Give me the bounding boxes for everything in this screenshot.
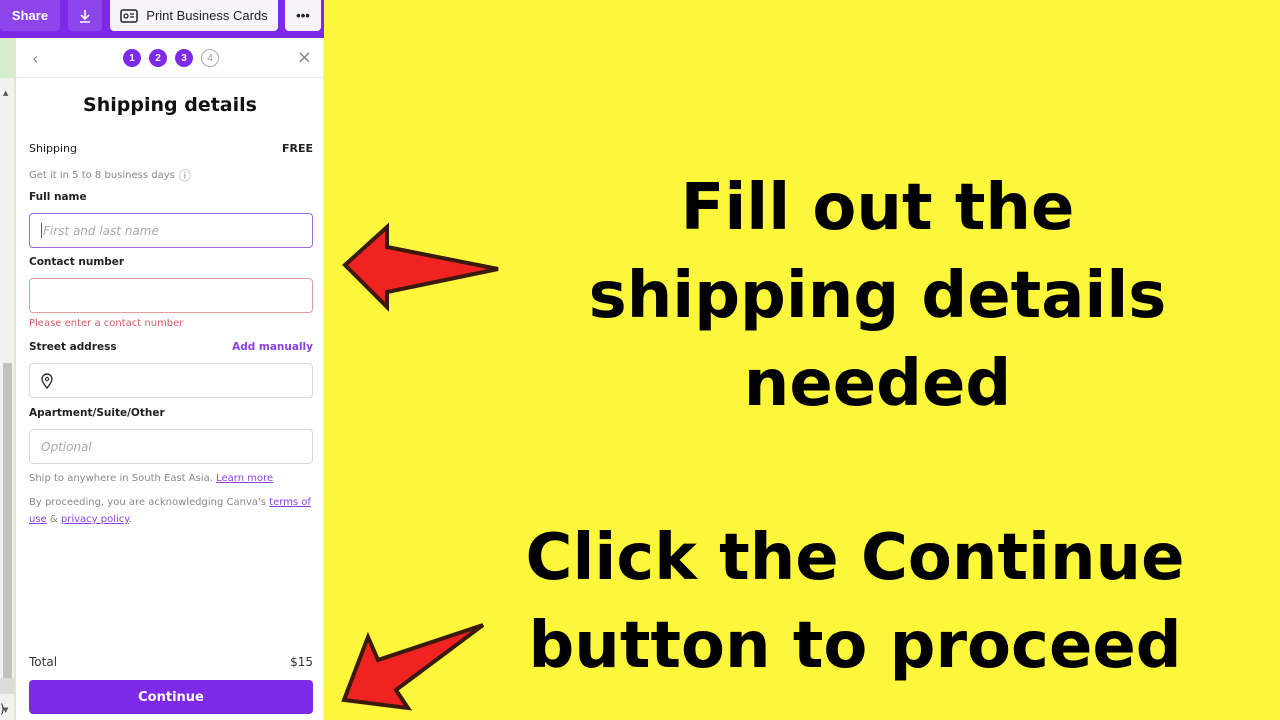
- red-arrow-top-icon: [342, 222, 499, 312]
- total-label: Total: [29, 655, 58, 669]
- text-caret: [41, 223, 42, 238]
- total-row: Total $15: [29, 655, 313, 669]
- shipping-region-note: Ship to anywhere in South East Asia. Lea…: [29, 470, 314, 487]
- page-title: Shipping details: [83, 94, 257, 116]
- more-icon: •••: [296, 8, 310, 23]
- shipping-row: Shipping FREE: [29, 142, 313, 155]
- legal-suffix: .: [128, 514, 132, 525]
- step-navigation: ‹ 1 2 3 4 ×: [16, 38, 324, 78]
- scrollbar-thumb[interactable]: [3, 363, 12, 688]
- step-1: 1: [123, 49, 141, 67]
- step-indicator: 1 2 3 4: [123, 49, 219, 67]
- contact-error-message: Please enter a contact number: [29, 318, 184, 329]
- add-manually-link[interactable]: Add manually: [232, 341, 313, 353]
- contact-number-input[interactable]: [29, 278, 313, 313]
- full-name-label-row: Full name: [29, 191, 313, 203]
- share-button[interactable]: Share: [0, 0, 60, 31]
- step-4: 4: [201, 49, 219, 67]
- download-button[interactable]: [68, 0, 102, 31]
- annotation-click-continue: Click the Continue button to proceed: [525, 521, 1185, 683]
- business-card-icon: [120, 8, 139, 23]
- privacy-policy-link[interactable]: privacy policy: [61, 514, 129, 525]
- legal-and: &: [49, 514, 58, 525]
- learn-more-link[interactable]: Learn more: [216, 473, 273, 484]
- delivery-note: Get it in 5 to 8 business days: [29, 170, 175, 181]
- apartment-label: Apartment/Suite/Other: [29, 407, 165, 419]
- red-arrow-bottom-icon: [341, 623, 485, 711]
- street-label-row: Street address Add manually: [29, 341, 313, 353]
- continue-button[interactable]: Continue: [29, 680, 313, 714]
- back-arrow-icon[interactable]: ‹: [32, 49, 38, 68]
- street-address-label: Street address: [29, 341, 117, 353]
- full-name-input[interactable]: First and last name: [29, 213, 313, 248]
- shipping-label: Shipping: [29, 142, 77, 155]
- total-value: $15: [290, 655, 313, 669]
- more-options-button[interactable]: •••: [285, 0, 321, 31]
- full-name-placeholder: First and last name: [43, 223, 159, 238]
- apartment-placeholder: Optional: [41, 439, 92, 454]
- scroll-up-arrow-icon[interactable]: ▲: [3, 89, 8, 97]
- left-editor-strip: ▲ ▼ ): [0, 38, 15, 720]
- continue-label: Continue: [138, 689, 204, 705]
- contact-label-row: Contact number: [29, 256, 313, 268]
- step-3: 3: [175, 49, 193, 67]
- print-business-cards-button[interactable]: Print Business Cards: [110, 0, 278, 31]
- print-order-panel: ‹ 1 2 3 4 × Shipping details Shipping FR…: [16, 38, 324, 720]
- street-address-input[interactable]: [29, 363, 313, 398]
- shipping-value: FREE: [281, 142, 313, 155]
- delivery-row: Get it in 5 to 8 business days ⓘ: [29, 167, 313, 184]
- contact-number-label: Contact number: [29, 256, 125, 268]
- editor-top-bar: Share Print Business Cards •••: [0, 0, 324, 38]
- info-icon[interactable]: ⓘ: [179, 167, 191, 184]
- legal-note: By proceeding, you are acknowledging Can…: [29, 494, 314, 528]
- share-label: Share: [11, 8, 49, 23]
- full-name-label: Full name: [29, 191, 87, 203]
- close-icon[interactable]: ×: [297, 47, 312, 68]
- ship-note-text: Ship to anywhere in South East Asia.: [29, 473, 213, 484]
- annotation-fill-details: Fill out the shipping details needed: [588, 171, 1167, 421]
- step-2: 2: [149, 49, 167, 67]
- page-thumbnail-edge: [0, 38, 15, 78]
- location-pin-icon: [41, 372, 53, 389]
- print-label: Print Business Cards: [146, 8, 268, 23]
- scrollbar-track-end: [0, 678, 15, 694]
- apartment-input[interactable]: Optional: [29, 429, 313, 464]
- partial-icon: ): [0, 702, 5, 716]
- legal-prefix: By proceeding, you are acknowledging Can…: [29, 497, 266, 508]
- apartment-label-row: Apartment/Suite/Other: [29, 407, 313, 419]
- download-icon: [80, 9, 90, 23]
